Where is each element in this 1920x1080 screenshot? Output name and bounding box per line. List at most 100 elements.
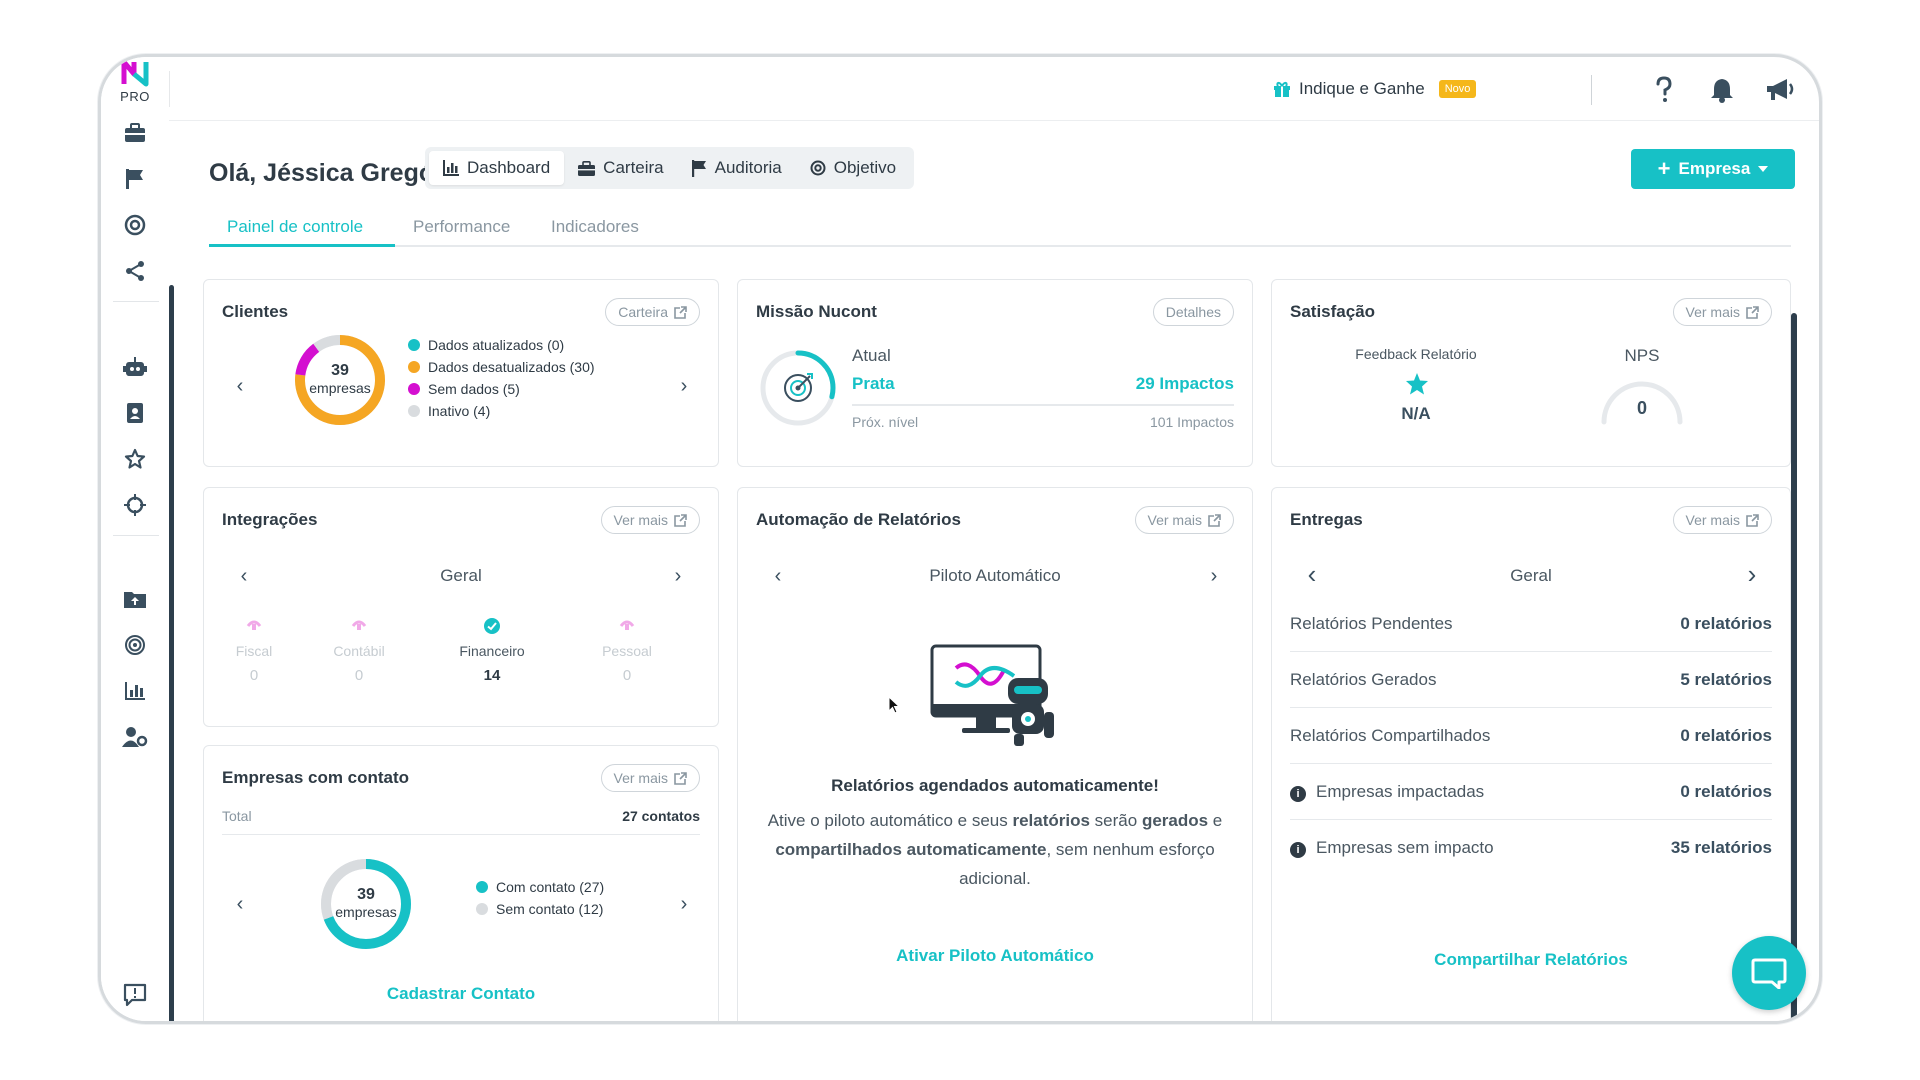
autopilot-illustration [930,644,1054,746]
ver-mais-button[interactable]: Ver mais [600,764,700,792]
current-level: Prata [852,374,895,393]
card-missao: Missão Nucont Detalhes Atual Prata 29 Im… [737,279,1253,467]
feedback-icon[interactable] [119,979,151,1011]
integration-contabil[interactable]: Contábil 0 [324,618,394,684]
next-chevron-icon[interactable]: › [668,565,688,587]
card-title: Clientes [222,302,289,321]
contact-book-icon[interactable] [119,397,151,429]
chevron-down-icon [1758,166,1769,172]
detalhes-button-label: Detalhes [1165,304,1221,320]
integration-label: Fiscal [235,643,273,659]
nav-auditoria-label: Auditoria [714,158,782,177]
sidebar-divider [113,301,159,302]
legend-label: Inativo (4) [428,403,491,419]
sidebar-scrollbar[interactable] [169,285,174,1021]
integration-fiscal[interactable]: Fiscal 0 [224,618,284,684]
bar-chart-icon[interactable] [119,675,151,707]
share-icon[interactable] [119,255,151,287]
plus-icon: + [1657,156,1671,181]
legend-item: Sem dados (5) [408,378,595,400]
star-icon[interactable] [119,443,151,475]
legend-dot [408,405,420,417]
clientes-unit: empresas [309,380,371,396]
target-icon [810,160,826,176]
carteira-button[interactable]: Carteira [605,298,700,326]
nav-auditoria[interactable]: Auditoria [678,151,796,185]
ativar-piloto-link[interactable]: Ativar Piloto Automático [738,946,1252,966]
nav-objetivo[interactable]: Objetivo [796,151,910,185]
ver-mais-button[interactable]: Ver mais [1672,298,1772,326]
integration-count: 0 [249,667,259,684]
entrega-row: i Empresas impactadas 0 relatórios [1290,764,1772,820]
user-settings-icon[interactable] [119,721,151,753]
detalhes-button[interactable]: Detalhes [1152,298,1234,326]
compartilhar-relatorios-link[interactable]: Compartilhar Relatórios [1272,950,1790,970]
integration-financeiro[interactable]: Financeiro 14 [450,618,534,684]
external-link-icon [1208,513,1221,527]
tab-performance[interactable]: Performance [413,217,510,237]
nav-dashboard[interactable]: Dashboard [429,151,565,185]
gift-icon [1274,82,1290,97]
link-broken-icon [351,620,367,630]
crosshair-icon[interactable] [119,489,151,521]
feedback-value: N/A [1401,404,1431,423]
flag-icon[interactable] [119,163,151,195]
entrega-row: Relatórios Gerados 5 relatórios [1290,652,1772,708]
app-logo[interactable]: PRO [113,59,157,104]
subtabs: Painel de controle Performance Indicador… [209,205,1791,247]
chat-icon [1751,958,1787,989]
desc-text: serão [1089,811,1142,830]
integration-label: Contábil [333,643,385,659]
prev-chevron-icon[interactable]: ‹ [230,893,250,915]
total-label: Total [222,808,252,824]
briefcase-icon[interactable] [119,117,151,149]
legend-label: Dados atualizados (0) [428,337,565,353]
megaphone-icon[interactable] [1765,75,1795,105]
next-chevron-icon[interactable]: › [1204,565,1224,587]
tab-painel-de-controle[interactable]: Painel de controle [227,217,363,237]
entrega-row: i Empresas sem impacto 35 relatórios [1290,820,1772,876]
robot-icon[interactable] [119,351,151,383]
cadastrar-contato-link[interactable]: Cadastrar Contato [204,984,718,1004]
clientes-count: 39 [331,362,349,379]
prev-chevron-icon[interactable]: ‹ [230,375,250,397]
next-chevron-icon[interactable]: › [674,893,694,915]
bell-icon[interactable] [1707,75,1737,105]
info-icon[interactable]: i [1290,842,1306,858]
integration-pessoal[interactable]: Pessoal 0 [592,618,662,684]
legend-item: Dados desatualizados (30) [408,356,595,378]
next-chevron-icon[interactable]: › [1742,559,1762,589]
legend-item: Inativo (4) [408,400,595,422]
nav-dashboard-label: Dashboard [467,158,551,177]
card-title: Missão Nucont [756,302,877,321]
mouse-cursor-icon [888,695,901,719]
nav-objetivo-label: Objetivo [833,158,897,177]
ver-mais-label: Ver mais [613,512,668,528]
content-scrollbar[interactable] [1791,313,1797,1021]
tab-indicadores[interactable]: Indicadores [551,217,639,237]
legend-label: Sem contato (12) [496,901,604,917]
entrega-row: Relatórios Compartilhados 0 relatórios [1290,708,1772,764]
top-bar: Indique e Ganhe Novo [169,57,1819,121]
folder-upload-icon[interactable] [119,583,151,615]
check-circle-icon [484,618,500,634]
nav-carteira[interactable]: Carteira [564,151,677,185]
info-icon[interactable]: i [1290,785,1306,802]
next-chevron-icon[interactable]: › [674,375,694,397]
nps-value: 0 [1636,398,1647,418]
topbar-separator [1591,75,1592,105]
chat-button[interactable] [1732,936,1806,1010]
ver-mais-button[interactable]: Ver mais [1672,506,1772,534]
next-level-label: Próx. nível [852,414,919,430]
topbar-divider [169,71,170,107]
card-satisfacao: Satisfação Ver mais Feedback Relatório N… [1271,279,1791,467]
mission-progress-ring [760,350,836,426]
ver-mais-button[interactable]: Ver mais [600,506,700,534]
target-icon[interactable] [119,209,151,241]
radar-icon[interactable] [119,629,151,661]
legend-item: Com contato (27) [476,876,604,898]
referral-link[interactable]: Indique e Ganhe Novo [1273,79,1477,99]
help-icon[interactable] [1649,75,1679,105]
ver-mais-button[interactable]: Ver mais [1134,506,1234,534]
add-empresa-button[interactable]: + Empresa [1631,149,1795,189]
